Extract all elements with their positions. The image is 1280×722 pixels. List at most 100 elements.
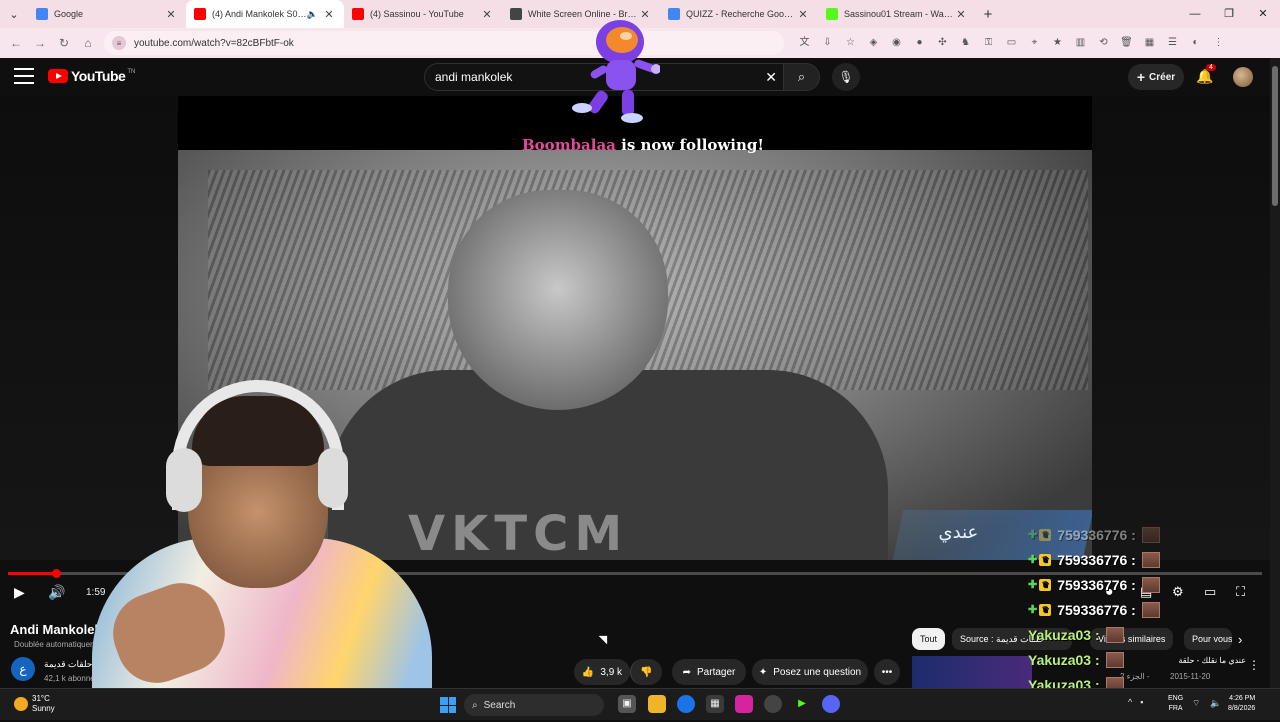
thumbs-up-icon: 👍 <box>581 666 595 678</box>
chat-username: 759336776 : <box>1057 576 1136 593</box>
speaker-icon[interactable]: 🔈 <box>1210 698 1221 709</box>
site-info-icon[interactable]: ≡ <box>112 36 126 50</box>
wifi-icon[interactable]: ⌔ <box>1192 698 1200 709</box>
taskbar-search[interactable]: ⌕ Search <box>464 694 604 716</box>
kick-icon[interactable]: ▶ <box>793 695 811 713</box>
menu-lines-icon[interactable]: ☰ <box>1164 34 1181 51</box>
close-window-icon[interactable]: ✕ <box>1246 0 1280 28</box>
scrollbar-thumb[interactable] <box>1272 66 1278 206</box>
instagram-icon[interactable] <box>735 695 753 713</box>
play-icon[interactable]: ▶ <box>14 584 25 601</box>
reload-icon[interactable]: ↻ <box>52 36 76 50</box>
tab-close-icon[interactable]: ✕ <box>480 8 494 21</box>
extension-icon-4[interactable]: ♞ <box>957 34 974 51</box>
mouse-cursor <box>598 631 612 645</box>
tab-close-icon[interactable]: ✕ <box>322 8 336 21</box>
collections-icon[interactable]: ▦ <box>1141 34 1158 51</box>
share-button[interactable]: ➦ Partager <box>672 659 746 685</box>
address-url: youtube.com/watch?v=82cBFbtF-ok <box>134 37 294 49</box>
chat-emote-icon <box>1141 601 1160 618</box>
delete-icon[interactable]: 🗑 <box>1118 34 1135 51</box>
progress-scrubber[interactable] <box>51 569 61 578</box>
search-button[interactable]: ⌕ <box>784 63 820 91</box>
tab-close-icon[interactable]: ✕ <box>954 8 968 21</box>
history-icon[interactable]: ⟲ <box>1095 34 1112 51</box>
tray-chevron-icon[interactable]: ^ <box>1128 697 1132 707</box>
notifications-button[interactable]: 🔔 4 <box>1196 64 1216 85</box>
more-menu-icon[interactable]: ⋮ <box>1210 34 1227 51</box>
taskbar-clock[interactable]: 4:26 PM 8/8/2026 <box>1228 694 1255 714</box>
new-tab-button[interactable]: + <box>976 6 1000 23</box>
channel-name[interactable]: حلقات قديمة - <box>44 659 98 670</box>
tab-search-icon[interactable]: ⌄ <box>0 8 28 21</box>
file-explorer-icon[interactable] <box>648 695 666 713</box>
address-bar[interactable]: ≡ youtube.com/watch?v=82cBFbtF-ok <box>104 31 784 55</box>
create-label: Créer <box>1149 71 1176 83</box>
store-icon[interactable]: ▦ <box>706 695 724 713</box>
more-actions-button[interactable]: ••• <box>874 659 900 685</box>
chip-all[interactable]: Tout <box>912 628 946 650</box>
browser-tab[interactable]: Sassinou01 Stream - Watch Live✕ <box>818 0 976 28</box>
chat-message: ✚ ♛ 759336776 : <box>1028 597 1178 622</box>
theater-mode-icon[interactable]: ▭ <box>1204 584 1216 600</box>
account-avatar[interactable] <box>1233 67 1253 87</box>
chip-for-you[interactable]: Pour vous <box>1184 628 1232 650</box>
language-indicator[interactable]: ENG FRA <box>1168 694 1183 714</box>
browser-tab[interactable]: (4) Sassinou - YouTube ✕ <box>344 0 502 28</box>
create-button[interactable]: + Créer <box>1128 64 1184 90</box>
home-icon[interactable]: ⌂ <box>76 36 100 50</box>
dislike-button[interactable]: 👎 <box>630 659 662 685</box>
extension-icon-1[interactable]: ◈ <box>865 34 882 51</box>
discord-icon[interactable] <box>822 695 840 713</box>
puzzle-icon[interactable]: ✣ <box>934 34 951 51</box>
extension-icon-2[interactable]: ◉ <box>888 34 905 51</box>
weather-widget[interactable]: 31°C Sunny <box>14 694 55 714</box>
tab-close-icon[interactable]: ✕ <box>164 8 178 21</box>
obs-icon[interactable] <box>764 695 782 713</box>
ask-question-button[interactable]: ✦ Posez une question <box>752 659 868 685</box>
taskbar-search-label: Search <box>483 699 516 711</box>
webcam-hair <box>192 396 324 466</box>
tray-app-icon[interactable]: ▪ <box>1140 697 1143 707</box>
browser-tab[interactable]: (4) Andi Mankolek S08E09🔈 ✕ <box>186 0 344 28</box>
temperature: 31°C <box>32 694 50 703</box>
minimize-icon[interactable]: — <box>1178 0 1212 28</box>
recommended-thumbnail[interactable] <box>912 656 1032 688</box>
shirt-text: VKTCM <box>408 506 629 560</box>
volume-icon[interactable]: 🔊 <box>48 584 65 601</box>
key-icon[interactable]: ⚿ <box>980 34 997 51</box>
extension-icon-3[interactable]: ● <box>911 34 928 51</box>
windows-start-icon[interactable] <box>440 697 456 713</box>
chevron-right-icon[interactable]: › <box>1238 632 1242 647</box>
clear-search-icon[interactable]: ✕ <box>765 69 777 86</box>
fullscreen-icon[interactable]: ⛶ <box>1236 584 1245 600</box>
search-icon: ⌕ <box>797 69 806 84</box>
favorites-icon[interactable]: ★ <box>1049 34 1066 51</box>
back-icon[interactable]: ← <box>4 36 28 50</box>
follower-name: Boombalaa <box>522 136 616 154</box>
split-screen-icon[interactable]: ▥ <box>1072 34 1089 51</box>
page-scrollbar[interactable] <box>1270 58 1280 688</box>
card-icon[interactable]: ▭ <box>1003 34 1020 51</box>
task-view-icon[interactable]: ▣ <box>618 695 636 713</box>
tab-close-icon[interactable]: ✕ <box>796 8 810 21</box>
browser-tab[interactable]: QUIZZ - Recherche Google ✕ <box>660 0 818 28</box>
forward-icon[interactable]: → <box>28 36 52 50</box>
profile-icon[interactable]: ◐ <box>1187 34 1204 51</box>
language-secondary: FRA <box>1168 705 1183 712</box>
like-button[interactable]: 👍 3,9 k <box>574 659 630 685</box>
restore-icon[interactable]: ❐ <box>1212 0 1246 28</box>
chrome-icon[interactable] <box>677 695 695 713</box>
bookmark-star-icon[interactable]: ☆ <box>842 34 859 51</box>
youtube-logo[interactable]: YouTube TN <box>48 68 135 84</box>
recommended-menu-icon[interactable]: ⋮ <box>1248 658 1260 672</box>
browser-tab[interactable]: Google ✕ <box>28 0 186 28</box>
channel-avatar[interactable]: ع <box>11 657 35 681</box>
install-icon[interactable]: ⇩ <box>819 34 836 51</box>
tab-audio-icon[interactable]: 🔈 <box>307 9 318 20</box>
translate-icon[interactable]: 文 <box>796 34 813 51</box>
tab-title: QUIZZ - Recherche Google <box>686 9 796 19</box>
location-icon[interactable]: ⌖ <box>1026 34 1043 51</box>
voice-search-button[interactable]: 🎙 <box>832 63 860 91</box>
hamburger-menu-icon[interactable] <box>14 68 34 84</box>
